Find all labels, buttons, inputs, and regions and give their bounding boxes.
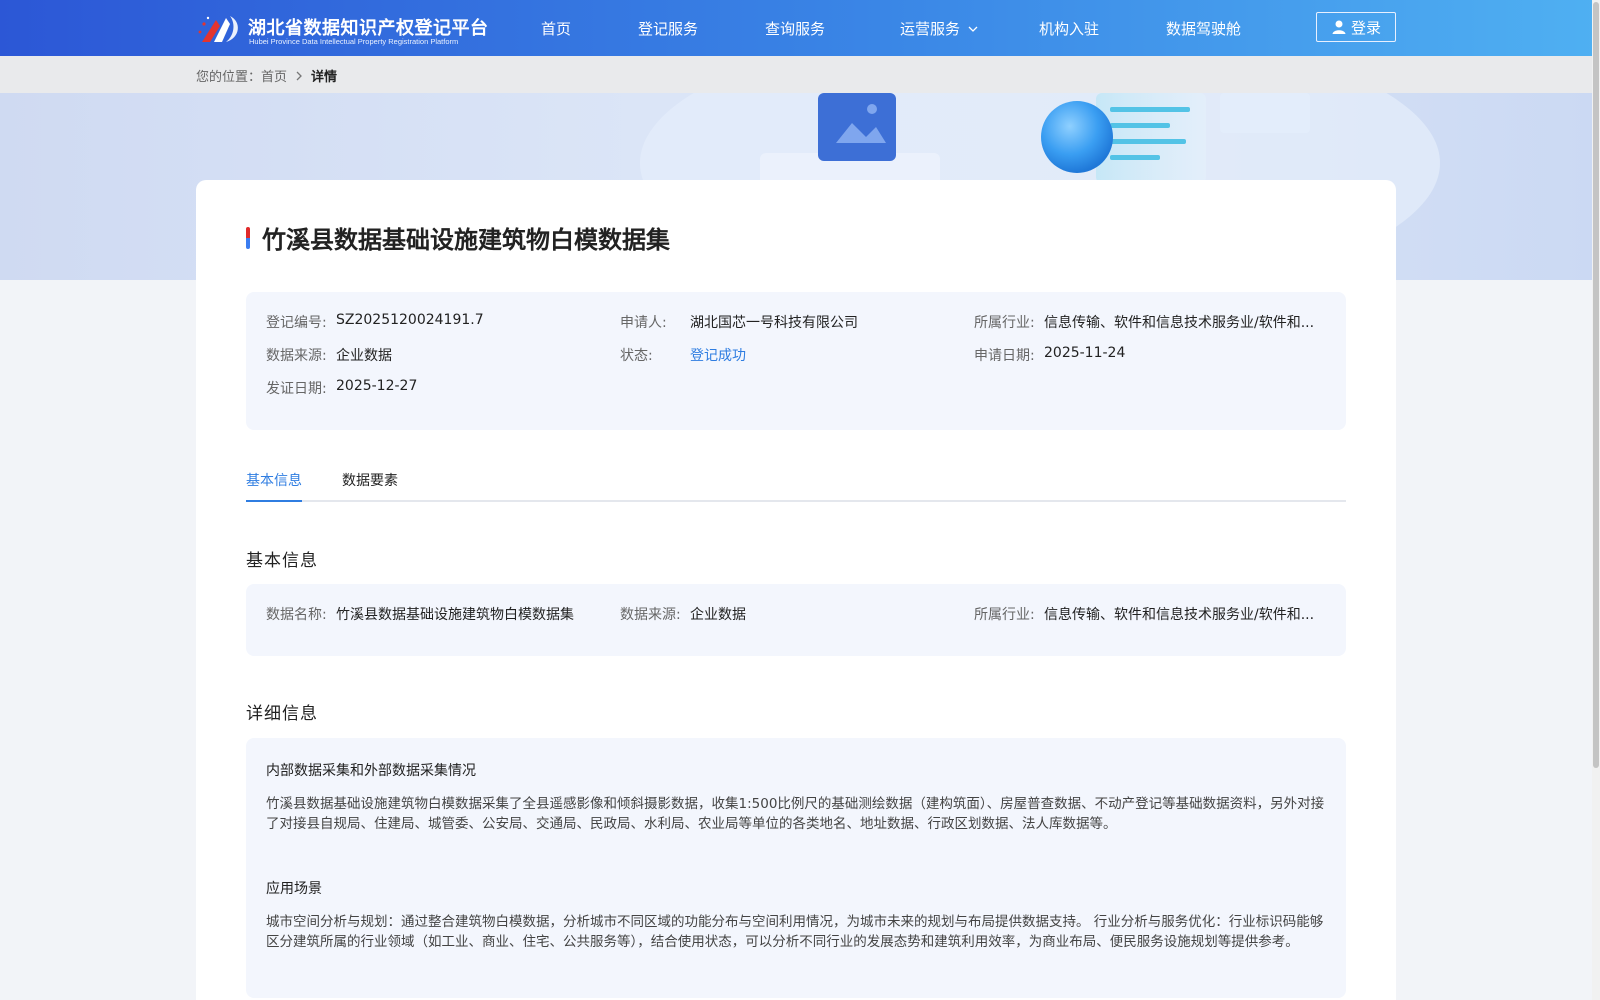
chevron-down-icon [968,26,978,32]
scenario-heading: 应用场景 [266,881,322,897]
nav-institution-entry[interactable]: 机构入驻 [1039,18,1099,39]
chevron-right-icon [296,71,302,80]
field-applicant: 申请人: 湖北国芯一号科技有限公司 [620,312,858,332]
industry-label: 所属行业: [974,315,1035,331]
breadcrumb-current: 详情 [311,70,338,85]
basic-industry-label: 所属行业: [974,607,1035,623]
tab-basic-info[interactable]: 基本信息 [246,470,302,502]
field-source: 数据来源: 企业数据 [266,345,392,365]
basic-source-label: 数据来源: [620,607,681,623]
collection-text: 竹溪县数据基础设施建筑物白模数据采集了全县遥感影像和倾斜摄影数据，收集1:500… [266,796,1325,832]
detail-card: 竹溪县数据基础设施建筑物白模数据集 登记编号: SZ2025120024191.… [196,180,1396,1000]
scenario-text: 城市空间分析与规划：通过整合建筑物白模数据，分析城市不同区域的功能分布与空间利用… [266,914,1324,950]
field-reg-no: 登记编号: SZ2025120024191.7 [266,312,484,332]
reg-no-label: 登记编号: [266,315,327,331]
field-industry: 所属行业: 信息传输、软件和信息技术服务业/软件和... [974,312,1314,332]
page-title: 竹溪县数据基础设施建筑物白模数据集 [262,226,670,254]
basic-info-heading: 基本信息 [246,551,318,571]
apply-date-label: 申请日期: [974,348,1035,364]
nav-home[interactable]: 首页 [541,18,571,39]
summary-panel: 登记编号: SZ2025120024191.7 申请人: 湖北国芯一号科技有限公… [246,292,1346,430]
title-accent-icon [246,226,250,249]
detailed-info-panel: 内部数据采集和外部数据采集情况 竹溪县数据基础设施建筑物白模数据采集了全县遥感影… [246,738,1346,998]
status-badge: 登记成功 [690,348,746,364]
source-value: 企业数据 [336,348,392,364]
breadcrumb: 您的位置： 首页 详情 [196,66,337,85]
basic-industry-value: 信息传输、软件和信息技术服务业/软件和... [1044,607,1315,623]
top-header: 湖北省数据知识产权登记平台 Hubei Province Data Intell… [0,0,1600,56]
user-icon [1332,20,1346,34]
nav-query-service[interactable]: 查询服务 [765,18,825,39]
field-basic-industry: 所属行业: 信息传输、软件和信息技术服务业/软件和... [974,604,1314,624]
logo-emblem-icon [198,16,238,42]
collection-heading: 内部数据采集和外部数据采集情况 [266,763,476,779]
applicant-label: 申请人: [620,315,667,331]
login-button[interactable]: 登录 [1316,12,1396,42]
field-basic-source: 数据来源: 企业数据 [620,604,746,624]
nav-data-cockpit[interactable]: 数据驾驶舱 [1166,18,1241,39]
nav-operation-service[interactable]: 运营服务 [900,18,978,39]
site-logo[interactable]: 湖北省数据知识产权登记平台 Hubei Province Data Intell… [196,10,496,48]
industry-value: 信息传输、软件和信息技术服务业/软件和... [1044,315,1315,331]
field-apply-date: 申请日期: 2025-11-24 [974,345,1125,365]
title-row: 竹溪县数据基础设施建筑物白模数据集 [246,220,670,255]
apply-date-value: 2025-11-24 [1044,345,1126,361]
status-label: 状态: [620,348,653,364]
basic-info-panel: 数据名称: 竹溪县数据基础设施建筑物白模数据集 数据来源: 企业数据 所属行业:… [246,584,1346,656]
source-label: 数据来源: [266,348,327,364]
data-name-value: 竹溪县数据基础设施建筑物白模数据集 [336,607,574,623]
field-data-name: 数据名称: 竹溪县数据基础设施建筑物白模数据集 [266,604,574,624]
detailed-info-heading: 详细信息 [246,704,318,724]
nav-registration-service[interactable]: 登记服务 [638,18,698,39]
field-status: 状态: 登记成功 [620,345,746,365]
basic-source-value: 企业数据 [690,607,746,623]
tab-data-elements[interactable]: 数据要素 [342,470,398,502]
applicant-value: 湖北国芯一号科技有限公司 [690,315,858,331]
detail-tabs: 基本信息 数据要素 [246,470,1346,502]
field-issue-date: 发证日期: 2025-12-27 [266,378,417,398]
data-name-label: 数据名称: [266,607,327,623]
logo-subtitle: Hubei Province Data Intellectual Propert… [249,37,459,46]
reg-no-value: SZ2025120024191.7 [336,312,484,328]
nav-operation-service-label: 运营服务 [900,20,961,38]
login-label: 登录 [1350,18,1381,37]
breadcrumb-bar: 您的位置： 首页 详情 [0,56,1592,93]
breadcrumb-home[interactable]: 首页 [261,66,287,85]
issue-date-label: 发证日期: [266,381,327,397]
page-scrollbar-thumb[interactable] [1593,2,1599,768]
issue-date-value: 2025-12-27 [336,378,418,394]
breadcrumb-prefix: 您的位置： [196,70,262,85]
